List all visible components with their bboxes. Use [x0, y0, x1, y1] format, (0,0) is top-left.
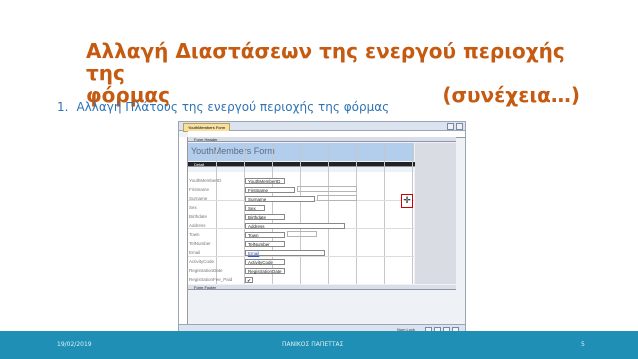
field-textbox[interactable]: ActivityCode [245, 259, 285, 265]
close-icon[interactable] [456, 123, 463, 130]
field-label[interactable]: Address [189, 223, 244, 229]
field-textbox[interactable]: TelNumber [245, 241, 285, 247]
field-label[interactable]: RegistrationFee_Paid [189, 277, 244, 283]
grid-line [384, 143, 385, 284]
restore-icon[interactable] [447, 123, 454, 130]
field-textbox[interactable]: Firstname [245, 187, 295, 193]
field-label[interactable]: RegistrationDate [189, 268, 244, 274]
field-textbox[interactable]: Email [245, 250, 325, 256]
slide-title-line2-right: (συνέχεια…) [442, 83, 580, 107]
form-footer-section-bar[interactable]: Form Footer [188, 285, 456, 290]
field-label[interactable]: TelNumber [189, 241, 244, 247]
slide-title: Αλλαγή Διαστάσεων της ενεργού περιοχής τ… [86, 40, 586, 106]
slide-title-line1: Αλλαγή Διαστάσεων της ενεργού περιοχής τ… [86, 39, 565, 85]
form-header-section-bar[interactable]: Form Header [188, 137, 456, 142]
grid-line [300, 143, 301, 284]
grid-line [356, 143, 357, 284]
field-textbox[interactable]: Surname [245, 196, 315, 202]
field-label[interactable]: ActivityCode [189, 259, 244, 265]
form-title-label[interactable]: YouthMembers Form [191, 146, 275, 156]
field-label[interactable]: Firstname [189, 187, 244, 193]
field-outline [317, 195, 357, 201]
footer-page-number: 5 [581, 341, 585, 348]
grid-line [412, 143, 413, 284]
field-label[interactable]: Birthdate [189, 214, 244, 220]
field-label[interactable]: Surname [189, 196, 244, 202]
field-outline [287, 231, 317, 237]
field-textbox[interactable]: Sex [245, 205, 265, 211]
field-textbox[interactable]: Birthdate [245, 214, 285, 220]
bullet-text: Αλλαγή Πλάτους της ενεργού περιοχής της … [76, 100, 390, 114]
field-label[interactable]: Sex [189, 205, 244, 211]
checkbox[interactable]: ✔ [245, 277, 253, 283]
field-textbox[interactable]: Address [245, 223, 345, 229]
vertical-ruler [179, 137, 188, 327]
grid-line [328, 143, 329, 284]
field-textbox[interactable]: RegistrationDate [245, 268, 285, 274]
field-label[interactable]: YouthMemberID [189, 178, 244, 184]
bullet-item: 1. Αλλαγή Πλάτους της ενεργού περιοχής τ… [57, 100, 389, 114]
outside-form-area [415, 143, 456, 284]
field-label[interactable]: Email [189, 250, 244, 256]
footer-date: 19/02/2019 [57, 341, 92, 348]
grid-line [188, 256, 414, 257]
document-tab-bar: YouthMembers Form [179, 122, 465, 132]
resize-horizontal-icon[interactable]: ✛ [401, 194, 413, 208]
field-textbox[interactable]: Town [245, 232, 285, 238]
field-textbox[interactable]: YouthMemberID [245, 178, 285, 184]
field-label[interactable]: Town [189, 232, 244, 238]
access-form-design-window: YouthMembers Form Form Header YouthMembe… [178, 121, 466, 335]
bullet-number: 1. [57, 100, 69, 114]
footer-author: ΠΑΝΙΚΟΣ ΠΑΠΕΤΤΑΣ [282, 341, 344, 348]
field-outline [297, 186, 357, 192]
